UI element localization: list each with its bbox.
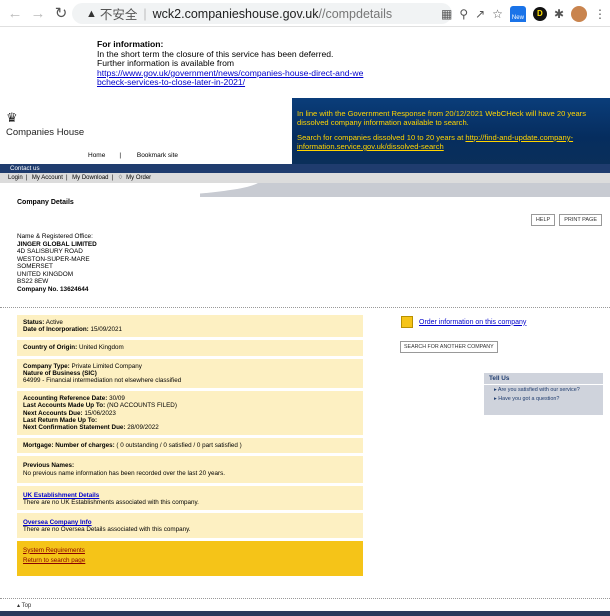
- browser-toolbar: ← → ↻ ▲ 不安全 | wck2.companieshouse.gov.uk…: [0, 0, 610, 27]
- mortgage-panel: Mortgage: Number of charges: ( 0 outstan…: [17, 438, 363, 454]
- uk-establishment-panel: UK Establishment Details There are no UK…: [17, 485, 363, 511]
- extension-d-icon[interactable]: D: [532, 6, 547, 21]
- registered-office: Name & Registered Office: JINGER GLOBAL …: [17, 233, 97, 293]
- details-panels: Status: Active Date of Incorporation: 15…: [17, 315, 363, 579]
- status-panel: Status: Active Date of Incorporation: 15…: [17, 315, 363, 338]
- order-info: Order information on this company: [401, 316, 526, 328]
- page-title: Company Details: [17, 199, 74, 206]
- menu-icon[interactable]: ⋮: [594, 7, 606, 21]
- warning-icon: ▲: [86, 7, 97, 20]
- country-panel: Country of Origin: United Kingdom: [17, 340, 363, 356]
- reload-icon[interactable]: ↻: [51, 0, 71, 27]
- previous-names-panel: Previous Names: No previous name informa…: [17, 456, 363, 483]
- question-link[interactable]: ▸ Have you got a question?: [484, 394, 603, 403]
- login-link[interactable]: Login: [8, 175, 23, 181]
- puzzle-icon[interactable]: ✱: [554, 7, 564, 21]
- notice-link[interactable]: https://www.gov.uk/government/news/compa…: [97, 68, 367, 88]
- accounts-panel: Accounting Reference Date: 30/09 Last Ac…: [17, 391, 363, 436]
- oversea-company-link[interactable]: Oversea Company Info: [23, 519, 92, 526]
- help-button[interactable]: HELP: [530, 214, 556, 226]
- print-page-button[interactable]: PRINT PAGE: [559, 214, 602, 226]
- notice-title: For information:: [97, 39, 164, 49]
- tell-us-heading: Tell Us: [484, 373, 603, 385]
- forward-icon[interactable]: →: [28, 0, 48, 27]
- header-swoosh: [0, 183, 610, 197]
- home-link[interactable]: Home: [88, 152, 105, 159]
- links-panel: System Requirements Return to search pag…: [17, 540, 363, 577]
- account-toolbar: Login | My Account | My Download | ♢ My Orde…: [0, 173, 610, 183]
- search-another-company-button[interactable]: SEARCH FOR ANOTHER COMPANY: [400, 341, 498, 353]
- type-panel: Company Type: Private Limited Company Na…: [17, 358, 363, 389]
- url-path: //compdetails: [318, 6, 393, 21]
- my-download-link[interactable]: My Download: [72, 175, 108, 181]
- address-bar[interactable]: ▲ 不安全 | wck2.companieshouse.gov.uk//comp…: [72, 3, 452, 24]
- uk-establishment-link[interactable]: UK Establishment Details: [23, 492, 99, 499]
- my-order-link[interactable]: My Order: [126, 175, 151, 181]
- tell-us-box: Tell Us ▸ Are you satisfied with our ser…: [484, 373, 603, 415]
- banner-message-1: In line with the Government Response fro…: [297, 109, 586, 127]
- header-banner: In line with the Government Response fro…: [292, 98, 610, 164]
- satisfied-link[interactable]: ▸ Are you satisfied with our service?: [484, 385, 603, 394]
- my-account-link[interactable]: My Account: [32, 175, 63, 181]
- cart-icon: ♢: [117, 175, 124, 181]
- contact-us-link[interactable]: Contact us: [10, 165, 40, 172]
- url-domain: wck2.companieshouse.gov.uk: [152, 6, 319, 21]
- zoom-icon[interactable]: ⚲: [459, 7, 468, 21]
- translate-icon[interactable]: ▦: [441, 7, 452, 21]
- contact-bar: Contact us: [0, 164, 610, 173]
- back-icon[interactable]: ←: [5, 0, 25, 27]
- company-number: Company No. 13624644: [17, 285, 89, 293]
- divider: [0, 307, 610, 308]
- insecure-label: 不安全: [99, 8, 138, 22]
- oversea-panel: Oversea Company Info There are no Overse…: [17, 513, 363, 538]
- bookmark-link[interactable]: Bookmark site: [137, 152, 178, 159]
- crest-icon: ♛: [6, 110, 18, 125]
- banner-message-2: Search for companies dissolved 10 to 20 …: [297, 133, 574, 151]
- companies-house-logo[interactable]: ♛ Companies House: [6, 110, 84, 138]
- header-links: Home | Bookmark site: [88, 152, 179, 159]
- system-requirements-link[interactable]: System Requirements: [23, 547, 85, 554]
- footer-divider: [0, 598, 610, 599]
- return-to-search-link[interactable]: Return to search page: [23, 557, 85, 564]
- company-name: JINGER GLOBAL LIMITED: [17, 240, 97, 248]
- top-link[interactable]: ▴ Top: [17, 602, 31, 609]
- footer-bar: [0, 611, 610, 616]
- share-icon[interactable]: ↗: [475, 7, 485, 21]
- profile-avatar[interactable]: [571, 5, 587, 22]
- basket-icon: [401, 316, 413, 328]
- order-info-link[interactable]: Order information on this company: [419, 319, 526, 326]
- closure-notice: For information: In the short term the c…: [97, 39, 367, 88]
- star-icon[interactable]: ☆: [492, 7, 503, 21]
- extension-new-icon[interactable]: New: [509, 5, 526, 22]
